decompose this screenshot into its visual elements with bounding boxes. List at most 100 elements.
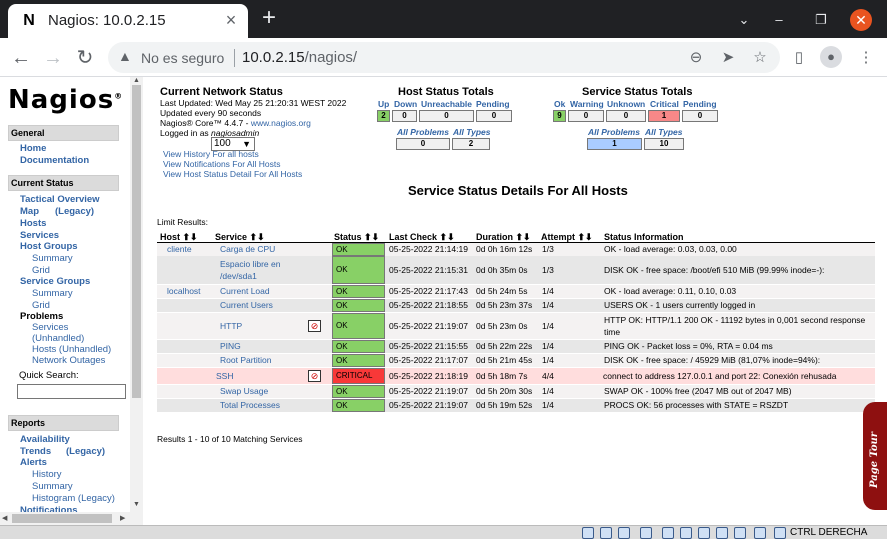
host-all-problems-header[interactable]: All Problems	[397, 127, 449, 137]
vm-mouse-integration-icon[interactable]	[754, 527, 766, 539]
link-home[interactable]: Home	[20, 143, 46, 154]
svc-unknown-count[interactable]: 0	[606, 110, 646, 122]
link-problem-services[interactable]: Services	[32, 322, 68, 333]
svc-critical-header[interactable]: Critical	[650, 99, 679, 109]
browser-tab[interactable]: N Nagios: 10.0.2.15 ×	[8, 4, 248, 38]
link-service-groups[interactable]: Service Groups	[20, 276, 90, 287]
link-servicegroup-summary[interactable]: Summary	[32, 288, 73, 299]
svc-all-types-count[interactable]: 10	[644, 138, 684, 150]
vm-audio-icon[interactable]	[618, 527, 630, 539]
link-hosts[interactable]: Hosts	[20, 218, 46, 229]
row-service[interactable]: Total Processes	[220, 400, 280, 410]
sidebar-horizontal-scrollbar[interactable]: ◀ ▶	[0, 512, 143, 525]
row-service[interactable]: Current Users	[220, 300, 273, 310]
host-unreachable-count[interactable]: 0	[419, 110, 474, 122]
row-host[interactable]: localhost	[167, 286, 201, 296]
sort-arrows-icon[interactable]: ⬆⬇	[364, 232, 379, 242]
svc-all-problems-count[interactable]: 1	[587, 138, 642, 150]
link-alert-history[interactable]: History	[32, 469, 62, 480]
host-unreachable-header[interactable]: Unreachable	[421, 99, 472, 109]
nagios-logo[interactable]: Nagios®	[8, 85, 123, 115]
link-alert-histogram[interactable]: Histogram (Legacy)	[32, 493, 115, 504]
nagios-org-link[interactable]: www.nagios.org	[251, 118, 311, 128]
row-service[interactable]: HTTP	[220, 321, 242, 331]
scroll-down-arrow-icon[interactable]: ▼	[133, 501, 140, 508]
minimize-button[interactable]: –	[768, 9, 790, 31]
link-problem-services-unhandled[interactable]: (Unhandled)	[32, 333, 84, 344]
vm-cpu-icon[interactable]	[734, 527, 746, 539]
row-service[interactable]: Swap Usage	[220, 386, 268, 396]
link-trends[interactable]: Trends	[20, 446, 51, 457]
sort-arrows-icon[interactable]: ⬆⬇	[578, 232, 593, 242]
link-view-notifications[interactable]: View Notifications For All Hosts	[163, 159, 280, 169]
passive-checks-disabled-icon[interactable]: ⊘	[308, 320, 321, 332]
svc-pending-header[interactable]: Pending	[683, 99, 717, 109]
svc-ok-count[interactable]: 9	[553, 110, 566, 122]
link-services[interactable]: Services	[20, 230, 59, 241]
sort-arrows-icon[interactable]: ⬆⬇	[250, 232, 265, 242]
passive-checks-disabled-icon[interactable]: ⊘	[308, 370, 321, 382]
svc-warning-count[interactable]: 0	[568, 110, 604, 122]
tab-close-icon[interactable]: ×	[222, 11, 240, 29]
svc-all-problems-header[interactable]: All Problems	[588, 127, 640, 137]
warning-icon[interactable]: ▲	[118, 48, 132, 64]
link-map-legacy[interactable]: (Legacy)	[55, 206, 94, 217]
svc-critical-count[interactable]: 1	[648, 110, 680, 122]
vm-display-icon[interactable]	[698, 527, 710, 539]
link-map[interactable]: Map	[20, 206, 39, 217]
zoom-icon[interactable]: ⊖	[686, 48, 706, 68]
scrollbar-thumb[interactable]	[132, 85, 141, 398]
link-alert-summary[interactable]: Summary	[32, 481, 73, 492]
row-host[interactable]: cliente	[167, 244, 192, 254]
host-up-count[interactable]: 2	[377, 110, 390, 122]
not-secure-label[interactable]: No es seguro	[141, 50, 224, 66]
sort-arrows-icon[interactable]: ⬆⬇	[183, 232, 198, 242]
row-service[interactable]: Current Load	[220, 286, 270, 296]
sort-arrows-icon[interactable]: ⬆⬇	[440, 232, 455, 242]
svc-ok-header[interactable]: Ok	[554, 99, 565, 109]
scroll-up-arrow-icon[interactable]: ▲	[133, 77, 140, 84]
new-tab-button[interactable]: +	[258, 6, 280, 30]
host-down-count[interactable]: 0	[392, 110, 417, 122]
host-all-problems-count[interactable]: 0	[396, 138, 450, 150]
vm-disk-icon[interactable]	[582, 527, 594, 539]
vm-optical-icon[interactable]	[600, 527, 612, 539]
profile-avatar-icon[interactable]: ●	[820, 46, 842, 68]
link-host-groups[interactable]: Host Groups	[20, 241, 78, 252]
sort-arrows-icon[interactable]: ⬆⬇	[516, 232, 531, 242]
window-close-button[interactable]: ✕	[850, 9, 872, 31]
link-tactical-overview[interactable]: Tactical Overview	[20, 194, 100, 205]
address-bar[interactable]: ▲ No es seguro 10.0.2.15/nagios/ ⊖ ➤ ☆	[108, 42, 780, 73]
vm-shared-folder-icon[interactable]	[680, 527, 692, 539]
link-problems[interactable]: Problems	[20, 311, 63, 322]
row-service[interactable]: SSH	[216, 371, 233, 381]
side-panel-icon[interactable]: ▯	[788, 47, 810, 69]
host-up-header[interactable]: Up	[378, 99, 389, 109]
reload-icon[interactable]: ↻	[72, 45, 98, 71]
link-view-host-detail[interactable]: View Host Status Detail For All Hosts	[163, 169, 302, 179]
limit-results-select[interactable]: 100 ▼	[211, 137, 255, 151]
send-icon[interactable]: ➤	[718, 48, 738, 68]
link-availability[interactable]: Availability	[20, 434, 70, 445]
menu-kebab-icon[interactable]: ⋮	[855, 47, 877, 69]
vm-keyboard-icon[interactable]	[774, 527, 786, 539]
host-all-types-header[interactable]: All Types	[453, 127, 490, 137]
scroll-left-arrow-icon[interactable]: ◀	[2, 514, 7, 522]
hscrollbar-thumb[interactable]	[12, 514, 112, 523]
row-service[interactable]: Espacio libre en /dev/sda1	[220, 258, 300, 282]
url-text[interactable]: 10.0.2.15/nagios/	[242, 49, 357, 66]
host-pending-header[interactable]: Pending	[476, 99, 510, 109]
host-down-header[interactable]: Down	[394, 99, 417, 109]
back-arrow-icon[interactable]: ←	[8, 45, 34, 71]
row-service[interactable]: PING	[220, 341, 241, 351]
svc-unknown-header[interactable]: Unknown	[607, 99, 645, 109]
maximize-button[interactable]: ❐	[810, 9, 832, 31]
svc-all-types-header[interactable]: All Types	[645, 127, 682, 137]
svc-pending-count[interactable]: 0	[682, 110, 718, 122]
svc-warning-header[interactable]: Warning	[570, 99, 604, 109]
vm-usb-icon[interactable]	[662, 527, 674, 539]
host-all-types-count[interactable]: 2	[452, 138, 490, 150]
row-service[interactable]: Root Partition	[220, 355, 272, 365]
link-problem-hosts[interactable]: Hosts (Unhandled)	[32, 344, 111, 355]
link-alerts[interactable]: Alerts	[20, 457, 47, 468]
